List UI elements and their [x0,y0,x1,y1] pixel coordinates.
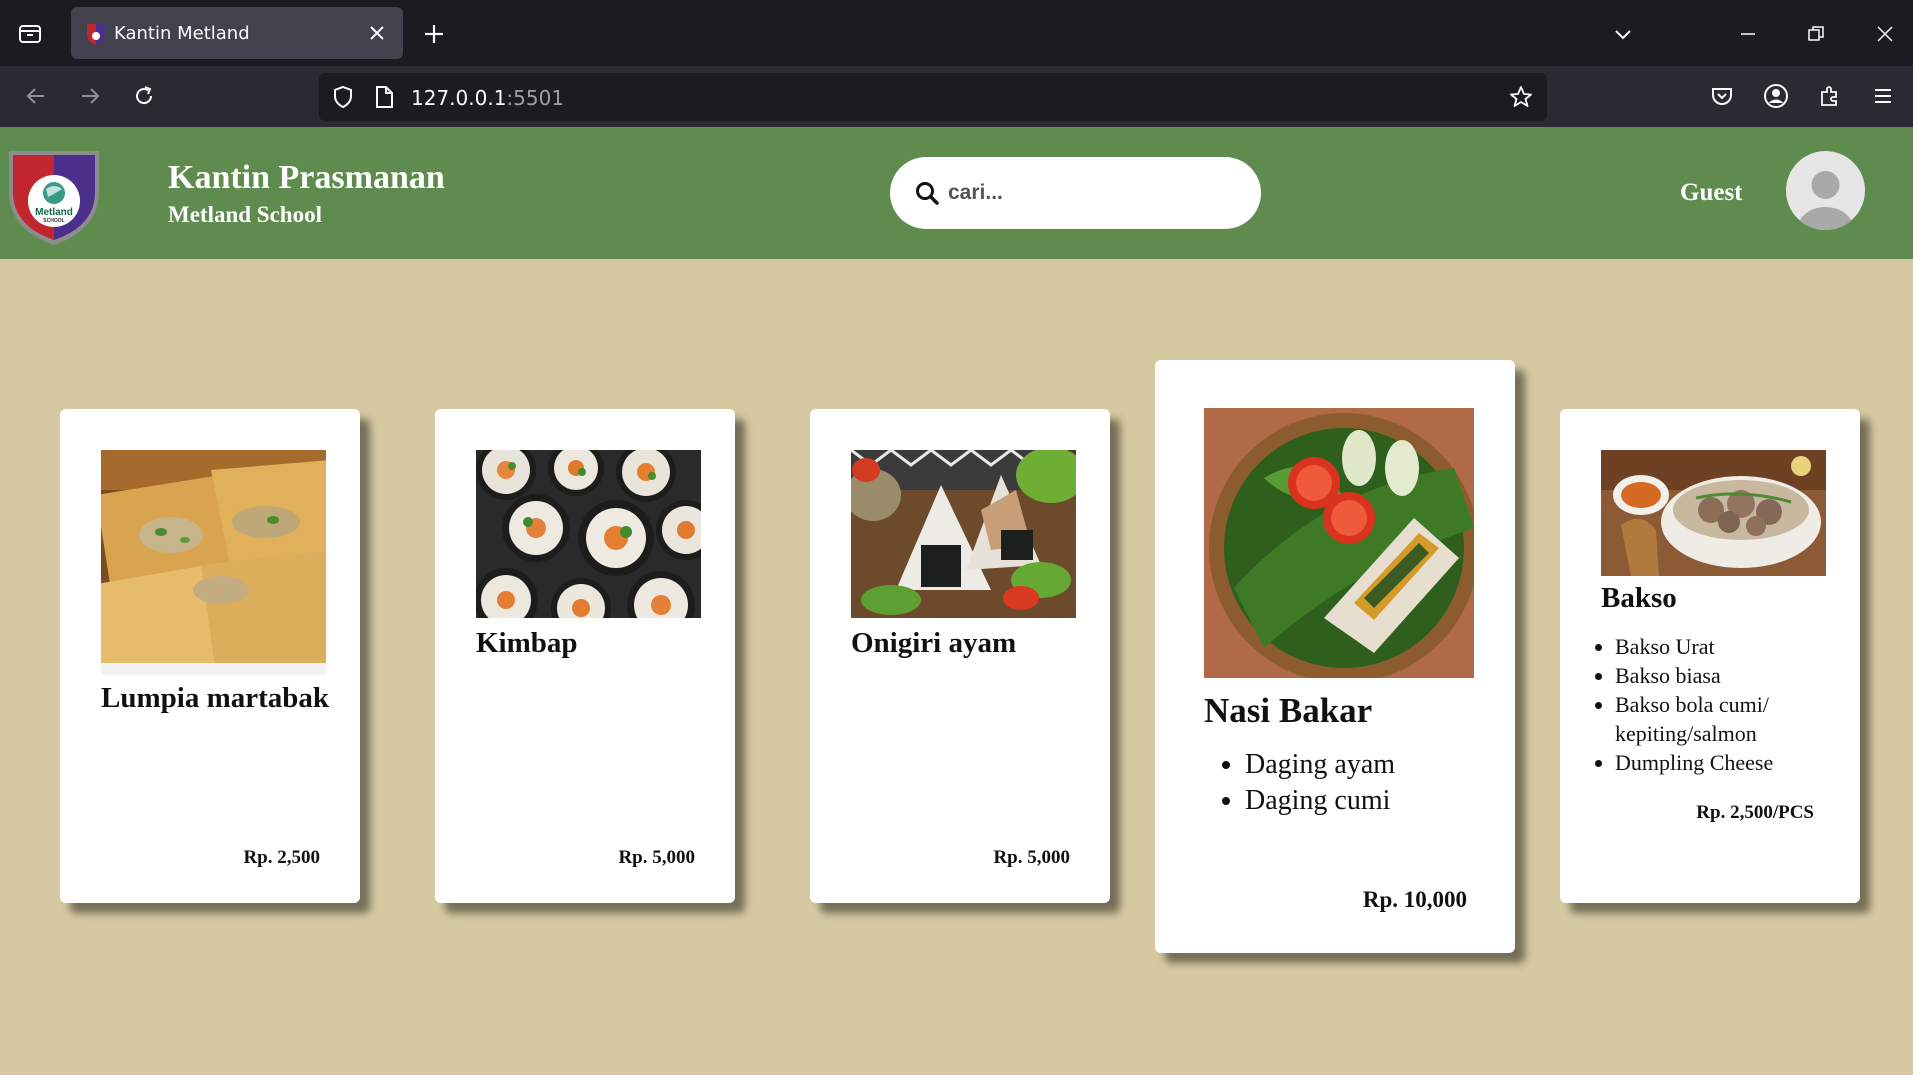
new-tab-icon[interactable] [418,18,450,50]
metland-school-logo[interactable]: Metland SCHOOL [4,147,104,247]
menu-item-name: Onigiri ayam [851,627,1017,659]
menu-card-kimbap[interactable]: Kimbap Rp. 5,000 [435,409,735,903]
menu-hamburger-icon[interactable] [1867,80,1899,112]
menu-card-lumpia[interactable]: Lumpia martabak Rp. 2,500 [60,409,360,903]
menu-item-price: Rp. 2,500 [243,847,320,868]
tab-overflow-chevron-icon[interactable] [1607,18,1639,50]
browser-nav-bar: 127.0.0.1:5501 [0,66,1913,127]
logo-subtext: SCHOOL [43,218,64,224]
lumpia-photo [101,450,326,675]
extensions-icon[interactable] [1814,80,1846,112]
menu-item-price: Rp. 5,000 [993,847,1070,868]
menu-item-name: Bakso [1601,582,1677,614]
list-item: Bakso bola cumi/ kepiting/salmon [1615,690,1841,748]
logo-text: Metland [35,207,73,218]
menu-item-name: Kimbap [476,627,578,659]
menu-item-options: Bakso Urat Bakso biasa Bakso bola cumi/ … [1601,632,1841,777]
account-icon[interactable] [1760,80,1792,112]
list-item: Dumpling Cheese [1615,748,1841,777]
reload-icon[interactable] [128,80,160,112]
avatar[interactable] [1786,151,1865,230]
bookmark-star-icon[interactable] [1509,85,1533,109]
menu-card-bakso[interactable]: Bakso Bakso Urat Bakso biasa Bakso bola … [1560,409,1860,903]
menu-item-name: Nasi Bakar [1204,691,1373,730]
bakso-photo [1601,450,1826,576]
menu-item-price: Rp. 5,000 [618,847,695,868]
search-input[interactable] [948,175,1238,211]
minimize-icon[interactable] [1732,18,1764,50]
restore-icon[interactable] [1800,18,1832,50]
menu-item-options: Daging ayam Daging cumi [1219,747,1499,819]
page-icon [376,86,393,108]
list-item: Daging ayam [1245,747,1499,783]
menu-card-nasi-bakar[interactable]: Nasi Bakar Daging ayam Daging cumi Rp. 1… [1155,360,1515,953]
user-name: Guest [1680,179,1743,206]
pocket-icon[interactable] [1706,80,1738,112]
metland-favicon-icon [87,24,105,45]
menu-item-price: Rp. 2,500/PCS [1696,802,1814,823]
browser-tab[interactable]: Kantin Metland [71,7,403,59]
menu-card-onigiri[interactable]: Onigiri ayam Rp. 5,000 [810,409,1110,903]
site-subtitle: Metland School [168,202,322,227]
tab-list-icon[interactable] [14,18,46,50]
address-bar[interactable]: 127.0.0.1:5501 [319,73,1547,121]
onigiri-photo [851,450,1076,618]
site-title: Kantin Prasmanan [168,159,445,196]
kimbap-photo [476,450,701,618]
menu-item-price: Rp. 10,000 [1362,887,1467,912]
list-item: Bakso biasa [1615,661,1841,690]
search-icon[interactable] [914,180,940,206]
close-window-icon[interactable] [1869,18,1901,50]
list-item: Daging cumi [1245,783,1499,819]
forward-arrow-icon[interactable] [74,80,106,112]
search-box[interactable] [890,157,1261,229]
list-item: Bakso Urat [1615,632,1841,661]
shield-icon[interactable] [331,85,355,109]
tab-title: Kantin Metland [114,23,250,44]
site-header: Metland SCHOOL Kantin Prasmanan Metland … [0,127,1913,259]
url-text[interactable]: 127.0.0.1:5501 [411,86,564,110]
browser-tab-bar: Kantin Metland [0,0,1913,66]
close-tab-icon[interactable] [367,23,387,43]
menu-item-name: Lumpia martabak [101,682,330,714]
nasi-bakar-photo [1204,408,1474,678]
back-arrow-icon[interactable] [20,80,52,112]
